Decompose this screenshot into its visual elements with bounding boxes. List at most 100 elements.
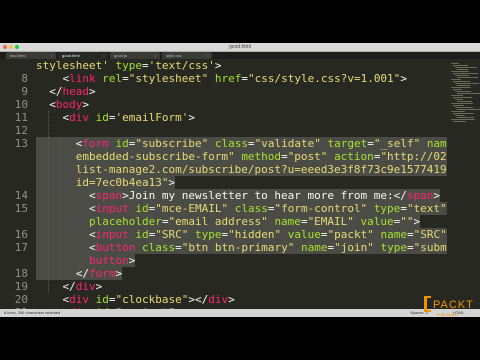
close-icon[interactable]: × [155,52,157,59]
indent-guide [48,111,49,293]
code-line[interactable]: 16 <input id="SRC" type="hidden" value="… [0,228,454,241]
code-line[interactable]: 19 </div> [0,280,446,293]
code-token: < [36,202,96,215]
code-text: <input id="SRC" type="hidden" value="pac… [36,228,454,241]
code-token: > [413,215,421,228]
code-token: > [95,280,103,293]
code-line[interactable]: placeholder="email address" name="EMAIL"… [0,215,446,228]
code-token: embedded-subscribe-form" [36,150,235,163]
code-line[interactable]: list-manage2.com/subscribe/post?u=eeed3e… [0,163,480,176]
code-token: head [62,85,90,98]
code-token: < [36,72,70,85]
tab-label: bad.html [10,53,26,58]
tab-good-js[interactable]: good.js × [110,52,160,59]
tab-style-css[interactable]: style.css × [162,52,212,59]
code-line[interactable]: 12 [0,124,446,137]
minimap-line [451,71,469,72]
code-line[interactable]: 14 <span>Join my newsletter to hear more… [0,189,446,202]
code-line[interactable]: button> [0,254,446,267]
code-token: button [95,241,136,254]
code-token: id [95,111,109,124]
code-token: = [300,215,308,228]
code-line[interactable]: 13 <form id="subscribe" class="validate"… [0,137,480,150]
logo-sub: PUBLISHING [437,313,458,317]
minimap-line [453,65,468,66]
code-token: body [55,98,83,111]
code-line[interactable]: stylesheet' type='text/css'> [0,59,446,72]
code-line[interactable]: 8 <link rel="stylesheet" href="css/style… [0,72,446,85]
minimap-line [457,101,472,102]
minimap[interactable] [447,59,480,309]
minimap-line [451,103,473,104]
code-line[interactable]: embedded-subscribe-form" method="post" a… [0,150,480,163]
code-line[interactable]: 11 <div id='emailForm'> [0,111,446,124]
code-token: rel [102,72,123,85]
minimap-line [451,63,459,64]
code-token: = [175,241,182,254]
logo-bracket-bottom [424,310,431,312]
code-token: "packt" [327,228,374,241]
code-line[interactable]: 15 <input id="mce-EMAIL" class="form-con… [0,202,447,215]
code-token: > [115,267,123,280]
code-editor[interactable]: stylesheet' type='text/css'> 8 <link rel=… [0,59,480,317]
code-token: = [108,293,116,306]
logo-bracket-left [424,296,427,312]
code-token: stylesheet' [36,59,109,72]
code-line[interactable]: id=7ec0b4ea13"> [0,176,446,189]
close-icon[interactable]: × [103,52,105,59]
minimap-line [455,99,463,100]
minimap-line [457,77,478,78]
code-token: ></ [188,293,209,306]
close-icon[interactable]: × [51,52,53,59]
minimap-line [457,85,470,86]
code-token: "hidden" [228,228,282,241]
code-token: > [89,85,96,98]
code-token: = [281,150,288,163]
editor-window: good.html bad.html × good.html × good.js × … [0,43,480,317]
code-token: "form-control" [274,202,368,215]
code-token: class [234,202,268,215]
code-token: input [95,228,129,241]
close-icon[interactable]: × [207,52,209,59]
code-line[interactable]: 9 </head> [0,85,446,98]
code-token: "EMAIL" [307,215,354,228]
tab-good-html[interactable]: good.html × [58,52,108,59]
code-token: "post" [287,150,328,163]
code-text: <body> [36,98,89,111]
minimap-line [453,105,464,106]
code-line[interactable]: 10 <body> [0,98,446,111]
code-token: = [400,202,407,215]
tab-bad-html[interactable]: bad.html × [6,52,56,59]
code-token: "mce-EMAIL" [155,202,229,215]
code-token: "SRC" [155,228,189,241]
code-token: id=7ec0b4ea13" [36,176,169,189]
minimap-line [453,121,466,122]
code-line[interactable]: 17 <button class="btn btn-primary" name=… [0,241,480,254]
logo-brand: PACKT [433,299,474,311]
code-line[interactable]: 18 </form> [0,267,446,280]
code-token: > [433,189,441,202]
tab-label: style.css [166,53,182,58]
code-text: <link rel="stylesheet" href="css/style.c… [36,72,406,85]
code-token: < [36,241,96,254]
minimap-line [451,119,475,120]
minimap-line [451,95,463,96]
minimap-line [453,73,478,74]
code-token: "stylesheet" [128,72,209,85]
window-title: good.html [229,44,251,50]
code-token: "clockbase" [115,293,189,306]
minimap-line [457,109,480,110]
code-token: type [194,228,222,241]
code-line[interactable]: 20 <div id="clockbase"></div> [0,293,446,306]
line-number: 15 [14,202,28,215]
minimap-line [455,75,469,76]
code-text: embedded-subscribe-form" method="post" a… [36,150,480,163]
title-bar: good.html [0,43,480,52]
code-token: div [208,293,229,306]
code-token: "" [400,215,414,228]
code-text: <div id='emailForm'> [36,111,195,124]
status-bar: 8 lines, 356 characters selected Spaces:… [0,309,480,317]
